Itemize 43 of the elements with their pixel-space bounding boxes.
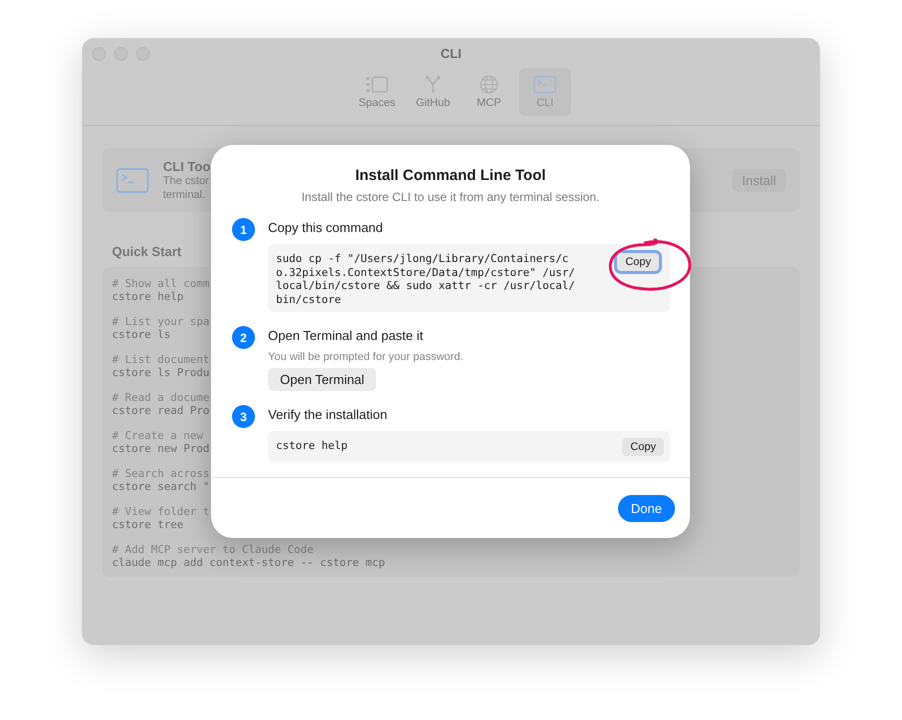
toolbar-tab[interactable]: MCP (463, 68, 515, 116)
dialog-subtitle: Install the cstore CLI to use it from any terminal session. (300, 190, 601, 204)
step-title: Copy this command (268, 220, 384, 236)
step-number: 1 (232, 218, 255, 241)
command-text: cstore help (276, 439, 349, 452)
code-line: cstore tree (112, 518, 184, 531)
window-title: CLI (440, 46, 462, 61)
toolbar-tab[interactable]: GitHub (407, 68, 459, 116)
card-title: CLI Too (163, 158, 210, 174)
command-text: sudo cp -f "/Users/jlong/Library/Containers/co.32pixels.ContextStore/Data/tmp/cstore" /usr/local/bin/cstore && sudo xattr -cr /usr/local/bin/cstore (276, 252, 576, 306)
terminal-icon (116, 168, 149, 192)
code-comment: # Add MCP server to Claude Code (112, 543, 314, 556)
globe-icon (477, 75, 501, 94)
open-terminal-button[interactable]: Open Terminal (268, 368, 376, 391)
copy-button[interactable]: Copy (617, 253, 659, 271)
code-comment: # Show all comm (112, 277, 210, 290)
code-comment: # List document (112, 353, 210, 366)
step-number: 3 (232, 405, 255, 428)
terminal-icon (533, 75, 557, 94)
code-line: cstore ls Produ (112, 366, 210, 379)
toolbar-tab[interactable]: Spaces (351, 68, 403, 116)
code-comment: # Create a new (112, 429, 204, 442)
code-line: cstore read Pro (112, 404, 210, 417)
code-comment: # List your spa (112, 315, 210, 328)
step-hint: You will be prompted for your password. (268, 351, 464, 363)
card-description: The cstor (163, 174, 209, 188)
code-line: cstore ls (112, 328, 171, 341)
copy-button[interactable]: Copy (622, 438, 664, 456)
code-line: claude mcp add context-store -- cstore mcp (112, 556, 386, 569)
code-line: cstore search " (112, 480, 210, 493)
step-number: 2 (232, 326, 255, 349)
card-description: terminal. (163, 188, 206, 202)
code-line: cstore new Prod (112, 442, 210, 455)
done-button[interactable]: Done (618, 494, 675, 522)
section-heading: Quick Start (112, 244, 182, 259)
code-comment: # Search across (112, 467, 210, 480)
step-title: Open Terminal and paste it (268, 328, 424, 344)
step-title: Verify the installation (268, 407, 388, 423)
code-comment: # View folder t (112, 505, 210, 518)
code-line: cstore help (112, 290, 184, 303)
dialog-title: Install Command Line Tool (354, 167, 547, 184)
code-comment: # Read a docume (112, 391, 210, 404)
sidebar-icon (365, 75, 389, 94)
